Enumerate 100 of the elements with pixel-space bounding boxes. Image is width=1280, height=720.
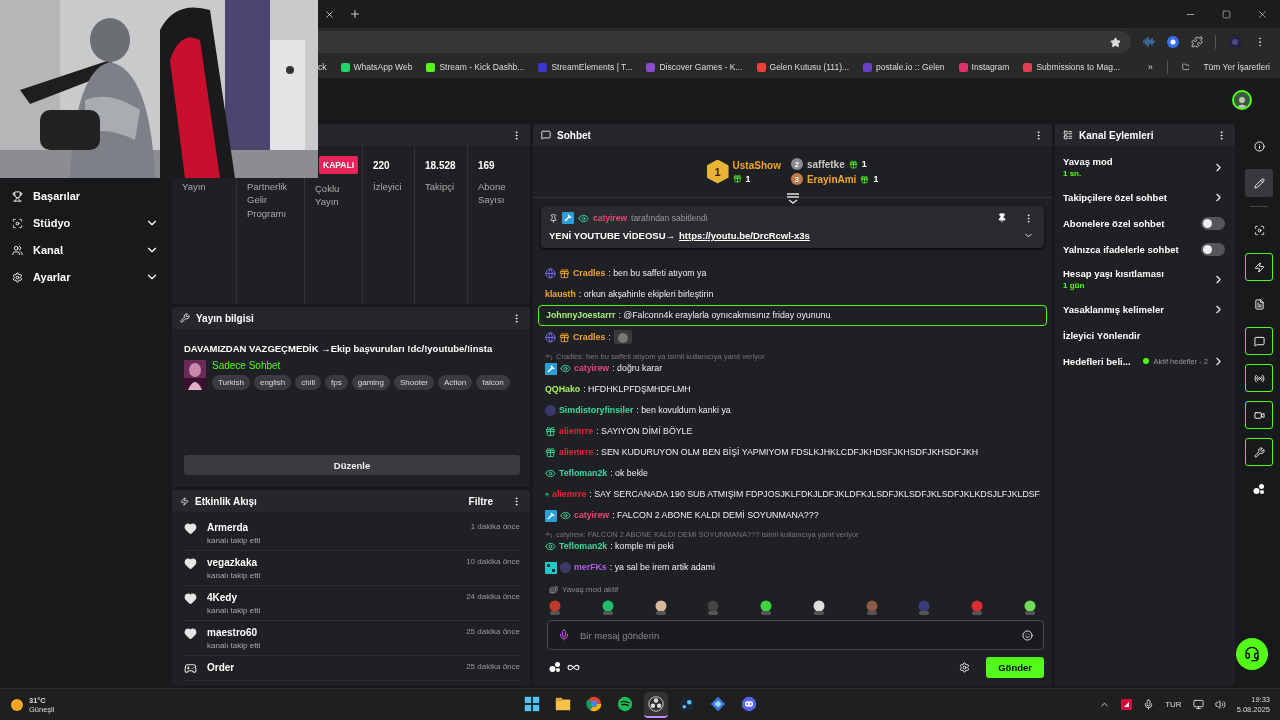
dots-icon[interactable] (549, 661, 561, 673)
rail-button[interactable] (1245, 253, 1273, 281)
chat-username[interactable]: QQHako (545, 383, 581, 396)
message-input[interactable]: Bir mesaj gönderin (580, 629, 1012, 641)
language-indicator[interactable]: TUR (1165, 700, 1182, 709)
wrench-icon (1253, 446, 1265, 458)
tag[interactable]: chill (295, 375, 322, 390)
channel-action-item[interactable]: Hesap yaşı kısıtlaması 1 gün (1055, 262, 1235, 296)
emoji-icon[interactable] (1022, 629, 1033, 641)
chat-username[interactable]: aliemrre (559, 425, 594, 438)
channel-action-item[interactable]: Abonelere özel sohbet (1055, 210, 1235, 236)
message-text: : orkun akşahinle ekipleri birleştirin (578, 288, 714, 301)
bookmark[interactable]: StreamElements | T... (538, 62, 633, 72)
collapse-icon[interactable] (785, 192, 800, 204)
bookmark[interactable]: postale.io :: Gelen (863, 62, 945, 72)
bookmark[interactable]: Discover Games - K... (646, 62, 743, 72)
chat-username[interactable]: Cradles (573, 267, 606, 280)
tag[interactable]: falcon (476, 375, 510, 390)
eye-icon (560, 510, 571, 521)
network-icon[interactable] (1192, 699, 1204, 710)
bookmark[interactable]: Gelen Kutusu (111)... (756, 62, 850, 72)
toggle-switch[interactable] (1201, 242, 1225, 256)
audio-icon[interactable] (1143, 36, 1155, 48)
edit-button[interactable]: Düzenle (184, 455, 520, 475)
event-action: kanalı takip etti (207, 641, 262, 650)
event-name: Order (207, 662, 236, 673)
bookmark[interactable]: Instagram (958, 62, 1010, 72)
rail-button[interactable] (1245, 169, 1273, 197)
bookmark[interactable]: Stream - Kick Dashb... (426, 62, 525, 72)
sidebar-item[interactable]: Kanal (0, 238, 169, 262)
toggle-switch[interactable] (1201, 216, 1225, 230)
taskbar-app[interactable] (643, 691, 668, 718)
action-value: 1 gün (1063, 281, 1086, 290)
chat-username[interactable]: klausth (545, 288, 576, 301)
chat-username[interactable]: catyirew (574, 362, 610, 375)
maximize-icon[interactable] (1222, 9, 1231, 19)
panel-title: Kanal Eylemleri (1079, 129, 1154, 141)
channel-action-item[interactable]: Yalnızca ifadelerle sohbet (1055, 236, 1235, 262)
chat-username[interactable]: catyirew (574, 509, 610, 522)
sidebar-item[interactable]: Stüdyo (0, 211, 169, 235)
plus-icon[interactable] (349, 8, 361, 20)
all-bookmarks-link[interactable]: Tüm Yer İşaretleri (1203, 62, 1270, 72)
close-icon[interactable] (324, 8, 335, 20)
channel-action-item[interactable]: Yasaklanmış kelimeler (1055, 296, 1235, 322)
help-button[interactable] (1236, 638, 1268, 670)
chat-username[interactable]: JohnnyJoestarrr (546, 309, 616, 322)
mic-icon[interactable] (1143, 699, 1155, 710)
extension-icon[interactable] (1167, 36, 1179, 48)
star-icon[interactable] (1110, 36, 1121, 48)
channel-action-item[interactable]: Takipçilere özel sohbet (1055, 184, 1235, 210)
channel-action-item[interactable]: İzleyici Yönlendir (1055, 322, 1235, 348)
sidebar-item[interactable]: Başarılar (0, 184, 169, 208)
volume-icon[interactable] (1214, 699, 1226, 710)
puzzle-icon[interactable] (1191, 36, 1203, 48)
close-icon[interactable] (1257, 8, 1268, 20)
tag[interactable]: fps (325, 375, 348, 390)
filter-button[interactable]: Filtre (468, 495, 493, 507)
tag[interactable]: gaming (351, 375, 390, 390)
pin-icon[interactable] (997, 213, 1007, 223)
chat-username[interactable]: Tefloman2k (559, 540, 608, 553)
pinned-link[interactable]: https://youtu.be/DrcRcwl-x3s (679, 230, 810, 241)
bookmark[interactable]: Submissions to Mag... (1023, 62, 1120, 72)
bolt-icon (180, 496, 189, 506)
chat-username[interactable]: Tefloman2k (559, 467, 608, 480)
chat-username[interactable]: aliemrre (559, 446, 594, 459)
more-bookmarks-button[interactable]: » (1148, 62, 1153, 72)
bookmark[interactable]: WhatsApp Web (340, 62, 413, 72)
sidebar-item[interactable]: Ayarlar (0, 265, 169, 289)
mic-icon[interactable] (558, 629, 570, 641)
message-text: : HFDHKLPFDŞMHDFLMH (583, 383, 691, 396)
chat-username[interactable]: Simdistoryfinsiler (559, 404, 634, 417)
chat-username[interactable]: aliemrre (552, 488, 587, 501)
message-field[interactable]: Bir mesaj gönderin (547, 620, 1044, 650)
channel-action-item[interactable]: Yavaş mod 1 sn. (1055, 150, 1235, 184)
chat-username[interactable]: merFKs (574, 561, 607, 574)
tray-app-icon[interactable] (1121, 699, 1133, 710)
tag[interactable]: Action (438, 375, 473, 390)
rank-badge: 1 (706, 159, 729, 184)
stat-value: 18.528 (425, 160, 457, 172)
bookmark[interactable]: ck (318, 62, 327, 72)
eye-icon (545, 541, 556, 552)
tag[interactable]: Shooter (394, 375, 435, 390)
gift-icon (732, 174, 742, 183)
tag[interactable]: english (253, 375, 292, 390)
tag[interactable]: Turkish (212, 375, 250, 390)
avatar[interactable] (1232, 90, 1252, 110)
settings-icon[interactable] (959, 661, 971, 673)
eye-icon (560, 363, 571, 374)
heart-icon (184, 627, 197, 640)
send-button[interactable]: Gönder (986, 656, 1044, 678)
folder-icon (1181, 62, 1190, 72)
rail-button[interactable] (1245, 438, 1273, 466)
category-link[interactable]: Sadece Sohbet (212, 360, 510, 371)
rail-button[interactable] (1245, 401, 1273, 429)
pinned-by-name[interactable]: catyirew (593, 213, 628, 223)
rail-button[interactable] (1245, 364, 1273, 392)
rail-button[interactable] (1245, 327, 1273, 355)
action-label: Abonelere özel sohbet (1063, 217, 1166, 229)
focus-icon (12, 217, 23, 229)
chat-username[interactable]: Cradles (573, 330, 606, 344)
